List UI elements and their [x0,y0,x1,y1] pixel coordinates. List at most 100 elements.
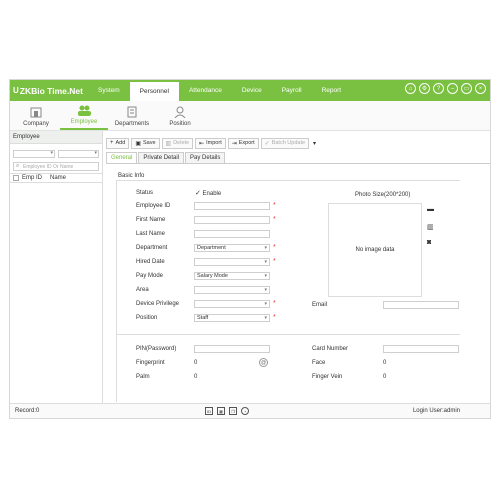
home-icon[interactable]: ⌂ [405,83,416,94]
employee-id-input[interactable] [194,202,270,210]
area-label: Area [136,287,149,293]
close-icon[interactable]: × [475,83,486,94]
menu-attendance[interactable]: Attendance [179,80,232,101]
departments-icon [127,106,137,118]
fingerprint-icon[interactable]: @ [259,358,268,367]
delete-button[interactable]: ▥ Delete [161,137,194,149]
enable-label: Enable [202,191,222,197]
export-button[interactable]: ⇥ Export [227,137,259,149]
add-button[interactable]: + Add [106,137,130,149]
company-icon [30,107,42,118]
subnav-employee-label: Employee [70,119,98,125]
maximize-icon[interactable]: ▭ [461,83,472,94]
palm-count: 0 [194,374,198,380]
subnav-position-label: Position [169,121,191,127]
hired-date-label: Hired Date [136,259,165,265]
subnav-departments[interactable]: Departments [108,100,156,130]
logo-mark: U [13,86,19,95]
save-button[interactable]: ▣ Save [131,137,160,149]
sub-navigation: Company Employee Departments Position [10,101,490,131]
hired-date-picker[interactable] [194,258,270,266]
panel-title: Employee [10,131,102,144]
first-name-input[interactable] [194,216,270,224]
tab-pay-details[interactable]: Pay Details [185,152,226,163]
last-name-input[interactable] [194,230,270,238]
required-mark: * [273,244,276,251]
export-label: Export [238,140,255,146]
menu-payroll[interactable]: Payroll [272,80,312,101]
enable-checkbox[interactable]: ✓ Enable [195,189,221,197]
chart-icon[interactable]: ◔ [241,407,249,415]
pay-mode-select[interactable]: Salary Mode [194,272,270,280]
trash-icon[interactable]: ▥ [427,223,434,231]
gear-icon[interactable]: ⚙ [419,83,430,94]
subnav-position[interactable]: Position [156,100,204,130]
folder-icon[interactable]: ▬ [427,206,434,213]
import-icon: ⇤ [199,140,205,147]
grid-icon[interactable]: ▦ [217,407,225,415]
status-bar: Record:0 ID ▦ ❐ ◔ Login User:admin [10,403,490,418]
area-select[interactable] [194,286,270,294]
photo-area[interactable]: No image data [328,203,422,297]
app-logo: U ZKBio Time.Net [10,86,88,96]
filter-select-1[interactable] [13,150,55,158]
menu-report[interactable]: Report [312,80,352,101]
employee-search-input[interactable]: ⌕ Employee ID Or Name [13,162,99,171]
position-icon [174,106,186,118]
subnav-departments-label: Departments [114,121,150,127]
position-select[interactable]: Staff [194,314,270,322]
search-icon: ⌕ [16,163,20,169]
subnav-employee[interactable]: Employee [60,100,108,130]
subnav-company[interactable]: Company [12,100,60,130]
position-label: Position [136,315,158,321]
filter-select-2[interactable] [58,150,99,158]
email-label: Email [312,302,328,308]
more-chevron-icon[interactable]: ▾ [313,140,316,147]
menu-device[interactable]: Device [232,80,272,101]
tab-bar: General Private Detail Pay Details [106,152,226,163]
copy-icon[interactable]: ❐ [229,407,237,415]
help-icon[interactable]: ? [433,83,444,94]
card-icon[interactable]: ID [205,407,213,415]
last-name-label: Last Name [136,231,166,237]
status-label: Status [136,190,154,196]
tab-private-detail[interactable]: Private Detail [138,152,185,163]
device-privilege-select[interactable] [194,300,270,308]
minimize-icon[interactable]: – [447,83,458,94]
col-name[interactable]: Name [50,175,66,181]
required-mark: * [273,300,276,307]
record-count: Record:0 [15,408,40,414]
toolbar: + Add ▣ Save ▥ Delete ⇤ Import ⇥ Export ✓ Batc… [106,136,316,150]
select-all-checkbox[interactable] [13,175,19,181]
department-select[interactable]: Department [194,244,270,252]
pin-input[interactable] [194,345,270,353]
menu-system[interactable]: System [88,80,130,101]
pay-mode-label: Pay Mode [136,273,164,279]
top-icons: ⌂ ⚙ ? – ▭ × [405,83,486,94]
required-mark: * [273,314,276,321]
tab-general[interactable]: General [106,152,138,163]
card-number-input[interactable] [383,345,459,353]
import-button[interactable]: ⇤ Import [195,137,226,149]
form-content: Basic Info Status ✓ Enable Employee ID *… [106,163,490,402]
col-emp-id[interactable]: Emp ID [22,175,50,181]
plus-icon: + [110,140,114,146]
batch-update-label: Batch Update [271,140,306,146]
palm-label: Palm [136,374,150,380]
face-label: Face [312,360,326,366]
status-icons: ID ▦ ❐ ◔ [205,407,249,415]
employee-id-label: Employee ID [136,203,171,209]
camera-icon[interactable]: ◙ [427,239,431,246]
photo-size-label: Photo Size(200*200) [355,192,411,198]
email-input[interactable] [383,301,459,309]
pin-label: PIN(Password) [136,346,177,352]
device-privilege-label: Device Privilege [136,301,180,307]
batch-update-button[interactable]: ✓ Batch Update [260,137,310,149]
menu-personnel[interactable]: Personnel [129,80,179,101]
top-bar: U ZKBio Time.Net System Personnel Attend… [10,80,490,101]
no-image-text: No image data [355,247,395,253]
check-icon: ✓ [195,190,201,197]
fingerprint-label: Fingerprint [136,360,165,366]
card-number-label: Card Number [312,346,349,352]
department-label: Department [136,245,168,251]
